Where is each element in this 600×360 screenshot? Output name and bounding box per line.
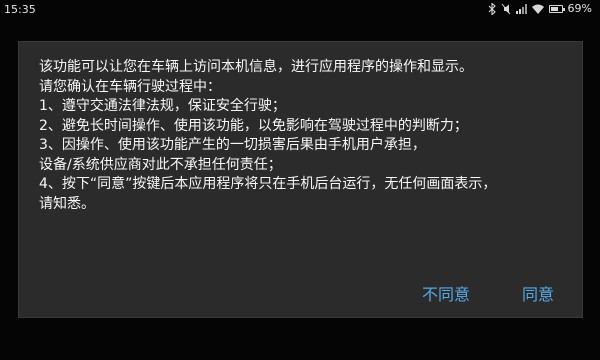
dialog-actions: 不同意 同意 <box>418 279 558 307</box>
signal-icon <box>515 3 527 14</box>
message-line: 请知悉。 <box>39 195 95 212</box>
status-icons: 69% <box>488 2 592 15</box>
message-line: 4、按下“同意”按键后本应用程序将只在手机后台运行，无任何画面表示， <box>39 176 497 192</box>
agree-button[interactable]: 同意 <box>518 279 558 307</box>
mute-icon <box>501 3 510 14</box>
consent-dialog: 该功能可以让您在车辆上访问本机信息，进行应用程序的操作和显示。 请您确认在车辆行… <box>18 41 583 318</box>
message-line: 2、避免长时间操作、使用该功能，以免影响在驾驶过程中的判断力； <box>39 117 468 134</box>
message-line: 设备/系统供应商对此不承担任何责任； <box>39 156 282 173</box>
message-line: 该功能可以让您在车辆上访问本机信息，进行应用程序的操作和显示。 <box>39 59 473 75</box>
message-line: 请您确认在车辆行驶过程中： <box>39 78 221 95</box>
dialog-message: 该功能可以让您在车辆上访问本机信息，进行应用程序的操作和显示。 请您确认在车辆行… <box>39 58 569 214</box>
wifi-icon <box>531 4 544 14</box>
bluetooth-icon <box>488 2 496 15</box>
status-time: 15:35 <box>4 3 36 16</box>
battery-percent: 69% <box>567 2 592 15</box>
battery-icon <box>548 4 565 13</box>
battery-level-fill <box>550 6 558 11</box>
disagree-button[interactable]: 不同意 <box>418 279 474 307</box>
message-line: 1、遵守交通法律法规，保证安全行驶； <box>39 98 286 114</box>
status-bar: 15:35 69% <box>0 0 600 18</box>
message-line: 3、因操作、使用该功能产生的一切损害后果由手机用户承担， <box>39 137 426 153</box>
